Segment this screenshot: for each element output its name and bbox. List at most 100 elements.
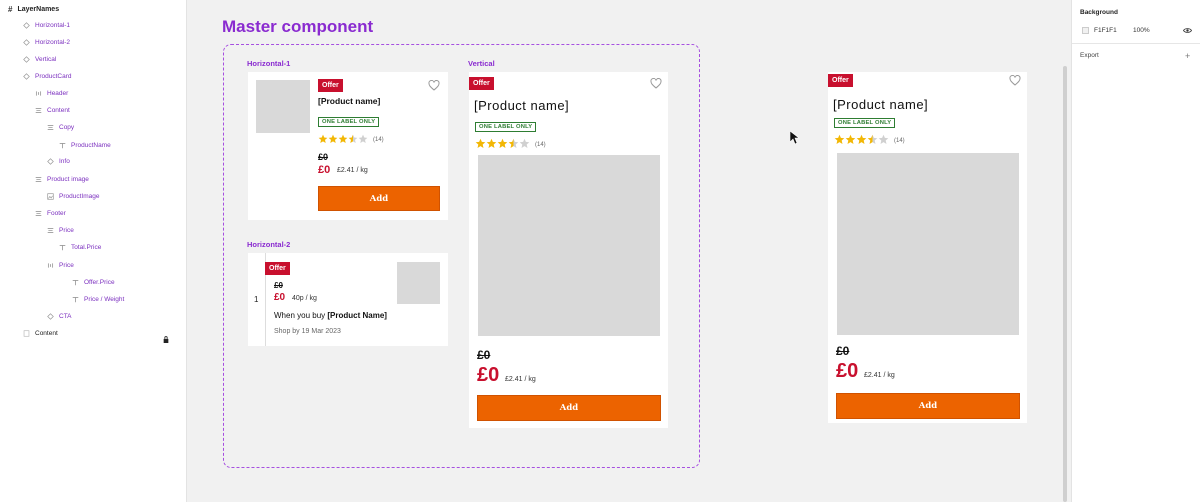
- layer-item[interactable]: Price: [46, 259, 74, 271]
- add-button[interactable]: Add: [477, 395, 661, 421]
- layer-item-label: Footer: [47, 209, 66, 217]
- layer-item-label: Price: [59, 226, 74, 234]
- product-card-vertical[interactable]: Offer [Product name] ONE LABEL ONLY (14)…: [469, 72, 668, 428]
- layers-panel: # LayerNames Horizontal-1 Horizontal-2 Ver…: [0, 0, 187, 502]
- product-image-placeholder: [837, 153, 1019, 335]
- one-label-tag: ONE LABEL ONLY: [475, 122, 537, 132]
- was-price: £0: [836, 344, 850, 358]
- rating-stars: (14): [834, 132, 905, 150]
- design-canvas[interactable]: Master component Horizontal-1 Horizontal…: [188, 0, 1068, 502]
- background-section-title: Background: [1080, 9, 1118, 16]
- frame-label-vertical[interactable]: Vertical: [468, 59, 495, 68]
- star-icon: [358, 134, 368, 144]
- layer-item-label: Content: [47, 106, 70, 114]
- layer-item[interactable]: CTA: [46, 310, 72, 322]
- background-color-swatch[interactable]: [1082, 27, 1089, 34]
- layer-item[interactable]: Copy: [46, 121, 74, 133]
- star-icon: [519, 138, 530, 148]
- heart-icon[interactable]: [428, 80, 440, 91]
- layer-item-label: Offer.Price: [84, 278, 115, 286]
- auto-layout-horizontal-icon: [34, 89, 42, 97]
- layer-item-label: Header: [47, 89, 69, 97]
- offer-price: £0: [836, 360, 859, 382]
- layer-item[interactable]: Product image: [34, 173, 89, 185]
- canvas-scrollbar[interactable]: [1063, 66, 1067, 502]
- layer-item-label: Horizontal-2: [35, 38, 71, 46]
- export-section-title: Export: [1080, 52, 1099, 59]
- heart-icon[interactable]: [650, 78, 662, 89]
- product-name: [Product name]: [833, 97, 929, 112]
- star-icon: [856, 134, 867, 144]
- layer-item[interactable]: Content: [34, 104, 70, 116]
- layer-item-label: CTA: [59, 312, 72, 320]
- layer-item[interactable]: Price / Weight: [71, 293, 124, 305]
- star-icon: [878, 134, 889, 144]
- layer-item[interactable]: Horizontal-2: [22, 36, 70, 48]
- layer-item[interactable]: Total.Price: [58, 241, 101, 253]
- layer-item[interactable]: Footer: [34, 207, 66, 219]
- layer-item-label: Copy: [59, 123, 75, 131]
- was-price: £0: [477, 348, 491, 362]
- layers-panel-title: LayerNames: [17, 5, 60, 13]
- product-card-horizontal-2[interactable]: 1 Offer £0 £0 40p / kg When you buy [Pro…: [248, 253, 448, 346]
- layer-item[interactable]: Horizontal-1: [22, 19, 70, 31]
- frame-label-horizontal-2[interactable]: Horizontal-2: [247, 240, 290, 249]
- add-button[interactable]: Add: [836, 393, 1020, 419]
- layer-item[interactable]: Info: [46, 155, 70, 167]
- heart-icon[interactable]: [1009, 75, 1021, 86]
- add-export-plus-icon[interactable]: +: [1185, 51, 1190, 61]
- background-hex-value[interactable]: F1F1F1: [1094, 27, 1117, 34]
- star-icon: [318, 134, 328, 144]
- auto-layout-vertical-icon: [34, 175, 42, 183]
- star-icon: [338, 134, 348, 144]
- offer-badge: Offer: [265, 262, 290, 275]
- component-instance-icon: [46, 312, 54, 320]
- promo-prefix: When you buy: [274, 311, 328, 320]
- product-image-placeholder: [256, 80, 310, 133]
- layers-panel-header[interactable]: # LayerNames: [8, 3, 59, 15]
- text-icon: [71, 278, 79, 286]
- product-card-instance[interactable]: Offer [Product name] ONE LABEL ONLY (14)…: [828, 72, 1027, 423]
- rating-count: (14): [894, 138, 905, 144]
- frame-label-horizontal-1[interactable]: Horizontal-1: [247, 59, 290, 68]
- product-name: [Product name]: [474, 98, 570, 113]
- layer-item-label: Content: [35, 329, 58, 337]
- promo-text: When you buy [Product Name]: [274, 311, 387, 320]
- eye-icon[interactable]: [1183, 27, 1192, 34]
- one-label-tag: ONE LABEL ONLY: [834, 118, 896, 128]
- text-icon: [71, 295, 79, 303]
- offer-price: £0: [477, 364, 500, 386]
- background-opacity-value[interactable]: 100%: [1133, 27, 1150, 34]
- price-per-weight: 40p / kg: [292, 295, 317, 302]
- add-button[interactable]: Add: [318, 186, 440, 211]
- layer-item[interactable]: Header: [34, 87, 68, 99]
- shop-by-date: Shop by 19 Mar 2023: [274, 328, 341, 335]
- layer-item[interactable]: Offer.Price: [71, 276, 115, 288]
- rating-stars: (14): [318, 131, 384, 149]
- star-icon: [328, 134, 338, 144]
- component-instance-icon: [22, 21, 30, 29]
- layer-item[interactable]: Vertical: [22, 53, 56, 65]
- layer-item[interactable]: Content: [22, 327, 58, 339]
- lock-icon[interactable]: [163, 330, 169, 343]
- auto-layout-vertical-icon: [46, 226, 54, 234]
- layer-item[interactable]: ProductCard: [22, 70, 72, 82]
- properties-panel: Background F1F1F1 100% Export +: [1071, 0, 1200, 502]
- star-icon: [475, 138, 486, 148]
- price-per-weight: £2.41 / kg: [505, 376, 536, 383]
- layer-item[interactable]: ProductImage: [46, 190, 99, 202]
- was-price: £0: [318, 152, 329, 162]
- layer-item-label: Product image: [47, 175, 89, 183]
- star-icon: [867, 134, 878, 144]
- list-index: 1: [254, 295, 259, 304]
- star-icon: [834, 134, 845, 144]
- was-price: £0: [274, 281, 283, 290]
- layer-item-label: Price: [59, 261, 74, 269]
- layer-item[interactable]: ProductName: [58, 139, 111, 151]
- layer-item[interactable]: Price: [46, 224, 74, 236]
- product-card-horizontal-1[interactable]: Offer [Product name] ONE LABEL ONLY (14)…: [248, 72, 448, 220]
- rating-count: (14): [373, 137, 384, 143]
- mouse-cursor-icon: [790, 131, 800, 144]
- layer-item-label: Total.Price: [71, 243, 102, 251]
- component-instance-icon: [46, 157, 54, 165]
